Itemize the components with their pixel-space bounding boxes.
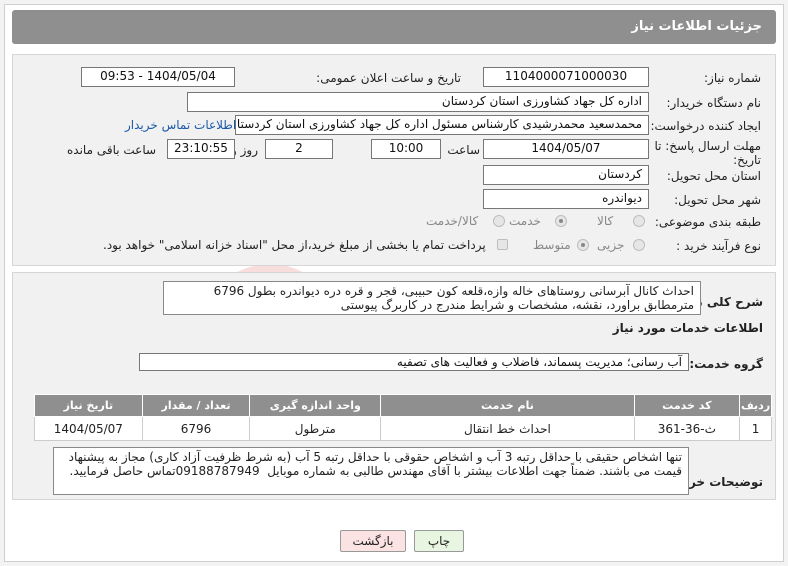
services-table-header: ردیف کد خدمت نام خدمت واحد اندازه گیری ت… [34, 394, 772, 417]
creator-field: محمدسعید محمدرشیدی کارشناس مسئول اداره ک… [235, 115, 649, 135]
process-type-label: نوع فرآیند خرید : [676, 239, 761, 253]
announce-datetime-label: تاریخ و ساعت اعلان عمومی: [316, 71, 461, 85]
category-radio-goods-service[interactable] [493, 215, 505, 227]
print-button[interactable]: چاپ [414, 530, 464, 552]
cell-service-code: ث-36-361 [633, 416, 741, 441]
cell-row-number: 1 [739, 416, 772, 441]
service-group-field: آب رسانی؛ مدیریت پسماند، فاضلاب و فعالیت… [139, 353, 689, 371]
days-label: روز و [231, 143, 258, 157]
province-field: کردستان [483, 165, 649, 185]
col-service-name: نام خدمت [380, 394, 635, 417]
days-remaining-field: 2 [265, 139, 333, 159]
need-number-label: شماره نیاز: [704, 71, 761, 85]
services-section-title: اطلاعات خدمات مورد نیاز [612, 321, 763, 335]
cell-service-name: احداث خط انتقال [380, 416, 635, 441]
cell-quantity: 6796 [141, 416, 251, 441]
deadline-time-label: ساعت [447, 143, 480, 157]
category-label: طبقه بندی موضوعی: [654, 215, 761, 229]
city-label: شهر محل تحویل: [674, 193, 761, 207]
remaining-time-label: ساعت باقی مانده [67, 143, 157, 157]
category-option-service: خدمت [509, 214, 541, 228]
deadline-date-field: 1404/05/07 [483, 139, 649, 159]
cell-need-date: 1404/05/07 [34, 416, 143, 441]
province-label: استان محل تحویل: [666, 169, 761, 183]
category-option-goods-service: کالا/خدمت [426, 214, 479, 228]
need-number-field: 1104000071000030 [483, 67, 649, 87]
col-row-number: ردیف [739, 394, 772, 417]
page-header: جزئیات اطلاعات نیاز [12, 10, 776, 44]
col-service-code: کد خدمت [633, 394, 741, 417]
category-option-goods: کالا [597, 214, 614, 228]
treasury-payment-note: پرداخت تمام یا بخشی از مبلغ خرید،از محل … [103, 238, 486, 252]
details-panel: شرح کلی نیاز: احداث کانال آبرسانی روستاه… [12, 272, 776, 500]
buyer-org-field: اداره کل جهاد کشاورزی استان کردستان [187, 92, 649, 112]
buyer-org-label: نام دستگاه خریدار: [666, 96, 762, 110]
deadline-date-label: تاریخ: [733, 153, 761, 167]
remaining-time-field: 23:10:55 [167, 139, 235, 159]
city-field: دیواندره [483, 189, 649, 209]
creator-label: ایجاد کننده درخواست: [650, 119, 761, 133]
summary-textarea[interactable]: احداث کانال آبرسانی روستاهای خاله وازه،ق… [163, 281, 701, 315]
table-row: 1 ث-36-361 احداث خط انتقال مترطول 6796 1… [34, 416, 772, 441]
category-radio-goods[interactable] [633, 215, 645, 227]
buyer-contact-link[interactable]: اطلاعات تماس خریدار [125, 118, 236, 132]
col-unit: واحد اندازه گیری [249, 394, 382, 417]
category-radio-service[interactable] [555, 215, 567, 227]
treasury-payment-checkbox[interactable] [497, 239, 508, 250]
buyer-notes-textarea[interactable]: تنها اشخاص حقیقی با حداقل رتبه 3 آب و اش… [53, 447, 689, 495]
services-table: ردیف کد خدمت نام خدمت واحد اندازه گیری ت… [34, 394, 772, 441]
need-info-panel: شماره نیاز: 1104000071000030 تاریخ و ساع… [12, 54, 776, 266]
process-option-minor: جزیی [597, 238, 625, 252]
process-radio-medium[interactable] [577, 239, 589, 251]
service-group-label: گروه خدمت: [689, 357, 763, 371]
cell-unit: مترطول [249, 416, 382, 441]
back-button[interactable]: بازگشت [340, 530, 406, 552]
deadline-label: مهلت ارسال پاسخ: تا [654, 139, 761, 153]
process-option-medium: متوسط [533, 238, 571, 252]
announce-datetime-field: 1404/05/04 - 09:53 [81, 67, 235, 87]
process-radio-minor[interactable] [633, 239, 645, 251]
col-need-date: تاریخ نیاز [34, 394, 143, 417]
col-quantity: تعداد / مقدار [141, 394, 251, 417]
deadline-time-field: 10:00 [371, 139, 441, 159]
page-title: جزئیات اطلاعات نیاز [631, 19, 762, 34]
